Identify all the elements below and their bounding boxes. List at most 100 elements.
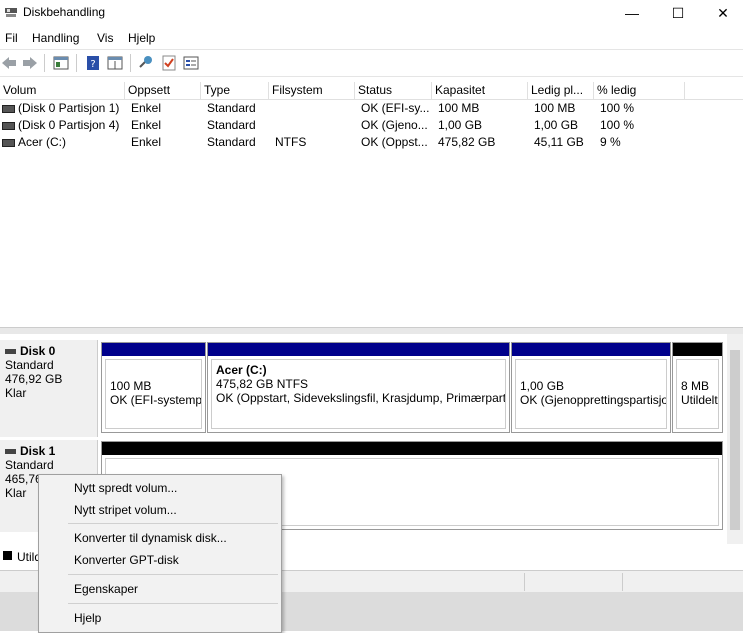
menu-handling[interactable]: Handling xyxy=(32,31,79,45)
capacity-cell: 100 MB xyxy=(438,101,480,115)
table-row[interactable]: Acer (C:) Enkel Standard NTFS OK (Oppst.… xyxy=(0,134,743,151)
free-space-cell: 1,00 GB xyxy=(534,118,579,132)
type-cell: Standard xyxy=(207,118,256,132)
menu-item-new-spanned-volume[interactable]: Nytt spredt volum... xyxy=(40,477,278,499)
menu-bar: Fil Handling Vis Hjelp xyxy=(0,26,743,48)
menu-item-convert-dynamic-disk[interactable]: Konverter til dynamisk disk... xyxy=(40,527,278,549)
connect-icon[interactable] xyxy=(137,54,155,72)
partition-bar xyxy=(208,343,509,356)
partition-recovery[interactable]: 1,00 GB OK (Gjenopprettingspartisjon) xyxy=(511,342,671,433)
percent-free-cell: 100 % xyxy=(600,118,635,132)
volume-list-header: Volum Oppsett Type Filsystem Status Kapa… xyxy=(0,82,743,100)
svg-text:?: ? xyxy=(90,59,95,70)
check-icon[interactable] xyxy=(160,54,178,72)
partition-bar xyxy=(673,343,722,356)
menu-item-convert-gpt-disk[interactable]: Konverter GPT-disk xyxy=(40,549,278,571)
type-cell: Standard xyxy=(207,135,256,149)
menu-separator xyxy=(68,574,278,575)
properties-icon[interactable] xyxy=(106,54,124,72)
volume-name-cell: (Disk 0 Partisjon 4) xyxy=(2,117,119,134)
disk-1-name-row: Disk 1 xyxy=(5,444,97,458)
disk-icon xyxy=(5,349,16,355)
maximize-button[interactable]: ☐ xyxy=(655,0,701,26)
partition-size: 475,82 GB NTFS xyxy=(216,377,309,391)
volume-icon xyxy=(2,104,15,113)
disk-1-type: Standard xyxy=(5,458,54,472)
column-ledig-plass[interactable]: Ledig pl... xyxy=(528,82,594,99)
partition-unallocated[interactable]: 8 MB Utildelt xyxy=(672,342,723,433)
menu-hjelp[interactable]: Hjelp xyxy=(128,31,155,45)
disk-0-name-row: Disk 0 xyxy=(5,344,97,358)
menu-separator xyxy=(68,523,278,524)
status-cell: OK (Gjeno... xyxy=(361,118,428,132)
type-cell: Standard xyxy=(207,101,256,115)
help-icon[interactable]: ? xyxy=(84,54,102,72)
column-type[interactable]: Type xyxy=(201,82,269,99)
free-space-cell: 100 MB xyxy=(534,101,576,115)
table-row[interactable]: (Disk 0 Partisjon 1) Enkel Standard OK (… xyxy=(0,100,743,117)
partition-acer-c[interactable]: Acer (C:) 475,82 GB NTFS OK (Oppstart, S… xyxy=(207,342,510,433)
capacity-cell: 1,00 GB xyxy=(438,118,483,132)
window-title: Diskbehandling xyxy=(23,5,106,19)
status-cell: OK (EFI-sy... xyxy=(361,101,429,115)
menu-item-help[interactable]: Hjelp xyxy=(40,607,278,629)
status-cell xyxy=(622,573,743,591)
settings-icon[interactable] xyxy=(182,54,200,72)
volume-icon xyxy=(2,138,15,147)
unallocated-legend-swatch xyxy=(3,551,12,560)
column-kapasitet[interactable]: Kapasitet xyxy=(432,82,528,99)
forward-icon[interactable] xyxy=(21,54,39,72)
partition-info: 1,00 GB OK (Gjenopprettingspartisjon) xyxy=(515,359,667,429)
partition-status: Utildelt xyxy=(681,393,718,407)
free-space-cell: 45,11 GB xyxy=(534,135,584,149)
percent-free-cell: 9 % xyxy=(600,135,621,149)
partition-status: OK (EFI-systempartisjon) xyxy=(110,393,202,407)
filesystem-cell: NTFS xyxy=(275,135,307,149)
column-filsystem[interactable]: Filsystem xyxy=(269,82,355,99)
layout-cell: Enkel xyxy=(131,118,162,132)
show-hide-console-tree-icon[interactable] xyxy=(52,54,70,72)
partition-bar xyxy=(102,343,205,356)
menu-item-new-striped-volume[interactable]: Nytt stripet volum... xyxy=(40,499,278,521)
vertical-scrollbar-thumb[interactable] xyxy=(730,350,740,530)
column-prosent-ledig[interactable]: % ledig xyxy=(594,82,685,99)
partition-size: 1,00 GB xyxy=(520,379,565,393)
table-row[interactable]: (Disk 0 Partisjon 4) Enkel Standard OK (… xyxy=(0,117,743,134)
partition-info: 8 MB Utildelt xyxy=(676,359,719,429)
volume-icon xyxy=(2,121,15,130)
disk-0-label[interactable]: Disk 0 Standard 476,92 GB Klar xyxy=(0,340,98,437)
title-bar: Diskbehandling — ☐ ✕ xyxy=(0,0,743,26)
toolbar: ? xyxy=(0,49,743,77)
partition-title: Acer (C:) xyxy=(216,363,267,377)
partition-efi[interactable]: 100 MB OK (EFI-systempartisjon) xyxy=(101,342,206,433)
pane-splitter[interactable] xyxy=(0,327,743,334)
disk-0-type: Standard xyxy=(5,358,54,372)
volume-name-cell: (Disk 0 Partisjon 1) xyxy=(2,100,119,117)
context-menu: Nytt spredt volum... Nytt stripet volum.… xyxy=(38,474,282,633)
capacity-cell: 475,82 GB xyxy=(438,135,496,149)
minimize-button[interactable]: — xyxy=(609,0,655,26)
percent-free-cell: 100 % xyxy=(600,101,635,115)
layout-cell: Enkel xyxy=(131,101,162,115)
column-status[interactable]: Status xyxy=(355,82,432,99)
menu-fil[interactable]: Fil xyxy=(5,31,18,45)
partition-size: 100 MB xyxy=(110,379,152,393)
menu-vis[interactable]: Vis xyxy=(97,31,113,45)
disk-0-state: Klar xyxy=(5,386,27,400)
status-cell xyxy=(524,573,623,591)
back-icon[interactable] xyxy=(0,54,18,72)
layout-cell: Enkel xyxy=(131,135,162,149)
partition-bar xyxy=(512,343,670,356)
close-button[interactable]: ✕ xyxy=(700,0,743,26)
menu-item-properties[interactable]: Egenskaper xyxy=(40,578,278,600)
partition-status: OK (Oppstart, Sidevekslingsfil, Krasjdum… xyxy=(216,391,506,405)
status-cell: OK (Oppst... xyxy=(361,135,428,149)
disk-icon xyxy=(5,449,16,455)
disk-management-app-icon xyxy=(4,5,18,19)
partition-status: OK (Gjenopprettingspartisjon) xyxy=(520,393,667,407)
partition-bar xyxy=(102,442,722,455)
partition-info: 100 MB OK (EFI-systempartisjon) xyxy=(105,359,202,429)
column-volum[interactable]: Volum xyxy=(0,82,125,99)
volume-name-cell: Acer (C:) xyxy=(2,134,66,151)
column-oppsett[interactable]: Oppsett xyxy=(125,82,201,99)
